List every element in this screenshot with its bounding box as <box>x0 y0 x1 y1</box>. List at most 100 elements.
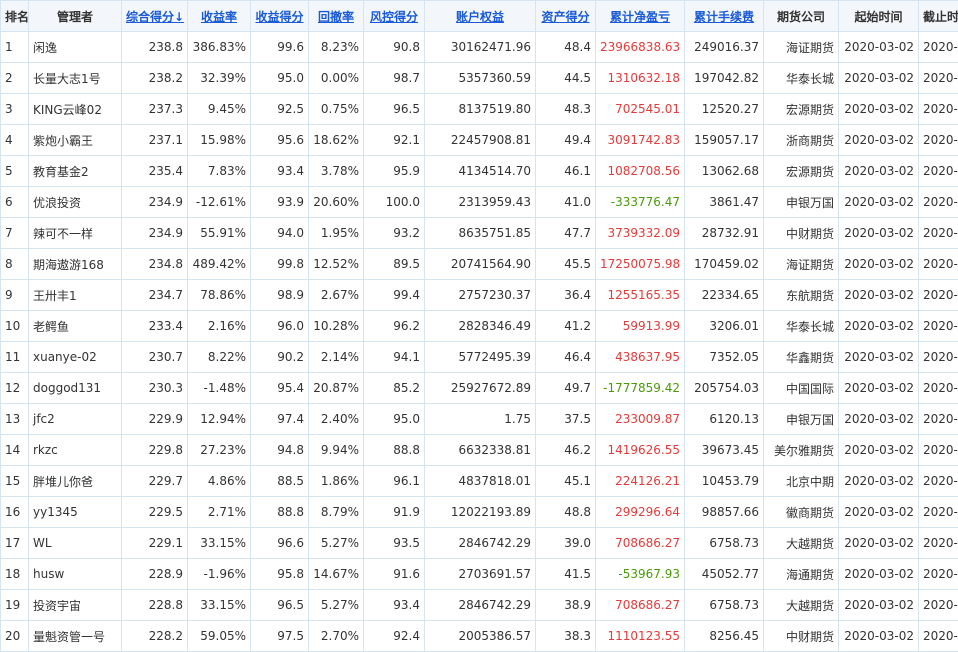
cell-asset-score: 48.4 <box>536 32 596 63</box>
cell-return-score: 95.0 <box>251 63 309 94</box>
cell-end-time: 2020-03-20 <box>919 311 958 342</box>
cell-account-equity: 5357360.59 <box>425 63 536 94</box>
cell-rank: 12 <box>1 373 29 404</box>
cell-cumulative-net-pnl: 708686.27 <box>596 590 685 621</box>
cell-cumulative-fees: 45052.77 <box>685 559 764 590</box>
cell-end-time: 2020-03-20 <box>919 63 958 94</box>
cell-return-rate: 33.15% <box>188 590 251 621</box>
cell-cumulative-net-pnl: 708686.27 <box>596 528 685 559</box>
cell-futures-company: 大越期货 <box>764 590 839 621</box>
cell-return-rate: 2.16% <box>188 311 251 342</box>
table-row: 11xuanye-02230.78.22%90.22.14%94.1577249… <box>1 342 958 373</box>
cell-manager: 期海遨游168 <box>29 249 122 280</box>
cell-start-time: 2020-03-02 <box>839 590 919 621</box>
cell-start-time: 2020-03-02 <box>839 125 919 156</box>
header-return-score[interactable]: 收益得分 <box>251 1 309 32</box>
cell-account-equity: 12022193.89 <box>425 497 536 528</box>
header-cumulative-net-pnl[interactable]: 累计净盈亏 <box>596 1 685 32</box>
cell-start-time: 2020-03-02 <box>839 311 919 342</box>
header-drawdown-rate[interactable]: 回撤率 <box>309 1 364 32</box>
cell-risk-score: 95.9 <box>364 156 425 187</box>
cell-manager: 老鳄鱼 <box>29 311 122 342</box>
cell-end-time: 2020-03-20 <box>919 342 958 373</box>
cell-manager: 量魁资管一号 <box>29 621 122 652</box>
cell-drawdown-rate: 14.67% <box>309 559 364 590</box>
table-row: 16yy1345229.52.71%88.88.79%91.912022193.… <box>1 497 958 528</box>
cell-futures-company: 北京中期 <box>764 466 839 497</box>
cell-cumulative-fees: 12520.27 <box>685 94 764 125</box>
cell-cumulative-fees: 22334.65 <box>685 280 764 311</box>
cell-futures-company: 浙商期货 <box>764 125 839 156</box>
cell-risk-score: 85.2 <box>364 373 425 404</box>
cell-risk-score: 91.6 <box>364 559 425 590</box>
cell-composite-score: 229.5 <box>122 497 188 528</box>
table-row: 1闲逸238.8386.83%99.68.23%90.830162471.964… <box>1 32 958 63</box>
cell-drawdown-rate: 12.52% <box>309 249 364 280</box>
cell-composite-score: 229.1 <box>122 528 188 559</box>
cell-end-time: 2020-03-20 <box>919 373 958 404</box>
cell-asset-score: 38.3 <box>536 621 596 652</box>
cell-drawdown-rate: 2.70% <box>309 621 364 652</box>
cell-drawdown-rate: 20.60% <box>309 187 364 218</box>
header-end-time: 截止时间 <box>919 1 958 32</box>
cell-end-time: 2020-03-20 <box>919 435 958 466</box>
cell-composite-score: 229.8 <box>122 435 188 466</box>
header-risk-score[interactable]: 风控得分 <box>364 1 425 32</box>
cell-drawdown-rate: 2.14% <box>309 342 364 373</box>
table-row: 10老鳄鱼233.42.16%96.010.28%96.22828346.494… <box>1 311 958 342</box>
cell-rank: 13 <box>1 404 29 435</box>
cell-return-rate: 59.05% <box>188 621 251 652</box>
cell-composite-score: 234.9 <box>122 218 188 249</box>
cell-account-equity: 2846742.29 <box>425 590 536 621</box>
header-manager: 管理者 <box>29 1 122 32</box>
header-composite-score[interactable]: 综合得分↓ <box>122 1 188 32</box>
cell-composite-score: 228.8 <box>122 590 188 621</box>
cell-manager: husw <box>29 559 122 590</box>
cell-futures-company: 美尔雅期货 <box>764 435 839 466</box>
cell-asset-score: 41.5 <box>536 559 596 590</box>
cell-risk-score: 95.0 <box>364 404 425 435</box>
cell-account-equity: 2005386.57 <box>425 621 536 652</box>
cell-return-score: 88.5 <box>251 466 309 497</box>
cell-rank: 14 <box>1 435 29 466</box>
cell-rank: 17 <box>1 528 29 559</box>
cell-start-time: 2020-03-02 <box>839 187 919 218</box>
cell-return-score: 95.8 <box>251 559 309 590</box>
header-cumulative-fees[interactable]: 累计手续费 <box>685 1 764 32</box>
header-return-rate[interactable]: 收益率 <box>188 1 251 32</box>
cell-end-time: 2020-03-20 <box>919 94 958 125</box>
cell-futures-company: 华鑫期货 <box>764 342 839 373</box>
cell-end-time: 2020-03-20 <box>919 249 958 280</box>
cell-cumulative-net-pnl: 224126.21 <box>596 466 685 497</box>
cell-return-rate: 489.42% <box>188 249 251 280</box>
cell-manager: 优浪投资 <box>29 187 122 218</box>
cell-cumulative-fees: 28732.91 <box>685 218 764 249</box>
cell-cumulative-net-pnl: -1777859.42 <box>596 373 685 404</box>
cell-cumulative-fees: 197042.82 <box>685 63 764 94</box>
cell-return-rate: -1.48% <box>188 373 251 404</box>
ranking-table: 排名管理者综合得分↓收益率收益得分回撤率风控得分账户权益资产得分累计净盈亏累计手… <box>0 0 958 652</box>
cell-return-score: 97.4 <box>251 404 309 435</box>
header-asset-score[interactable]: 资产得分 <box>536 1 596 32</box>
cell-manager: 辣可不一样 <box>29 218 122 249</box>
cell-asset-score: 48.3 <box>536 94 596 125</box>
cell-return-rate: -1.96% <box>188 559 251 590</box>
cell-manager: WL <box>29 528 122 559</box>
cell-composite-score: 235.4 <box>122 156 188 187</box>
cell-account-equity: 20741564.90 <box>425 249 536 280</box>
cell-futures-company: 大越期货 <box>764 528 839 559</box>
cell-cumulative-fees: 6758.73 <box>685 590 764 621</box>
cell-asset-score: 46.1 <box>536 156 596 187</box>
cell-return-rate: 9.45% <box>188 94 251 125</box>
cell-risk-score: 93.2 <box>364 218 425 249</box>
cell-return-rate: 78.86% <box>188 280 251 311</box>
cell-return-score: 94.8 <box>251 435 309 466</box>
cell-return-score: 92.5 <box>251 94 309 125</box>
header-account-equity[interactable]: 账户权益 <box>425 1 536 32</box>
cell-asset-score: 41.2 <box>536 311 596 342</box>
table-row: 12doggod131230.3-1.48%95.420.87%85.22592… <box>1 373 958 404</box>
cell-drawdown-rate: 1.86% <box>309 466 364 497</box>
cell-return-score: 98.9 <box>251 280 309 311</box>
cell-start-time: 2020-03-02 <box>839 621 919 652</box>
cell-asset-score: 37.5 <box>536 404 596 435</box>
